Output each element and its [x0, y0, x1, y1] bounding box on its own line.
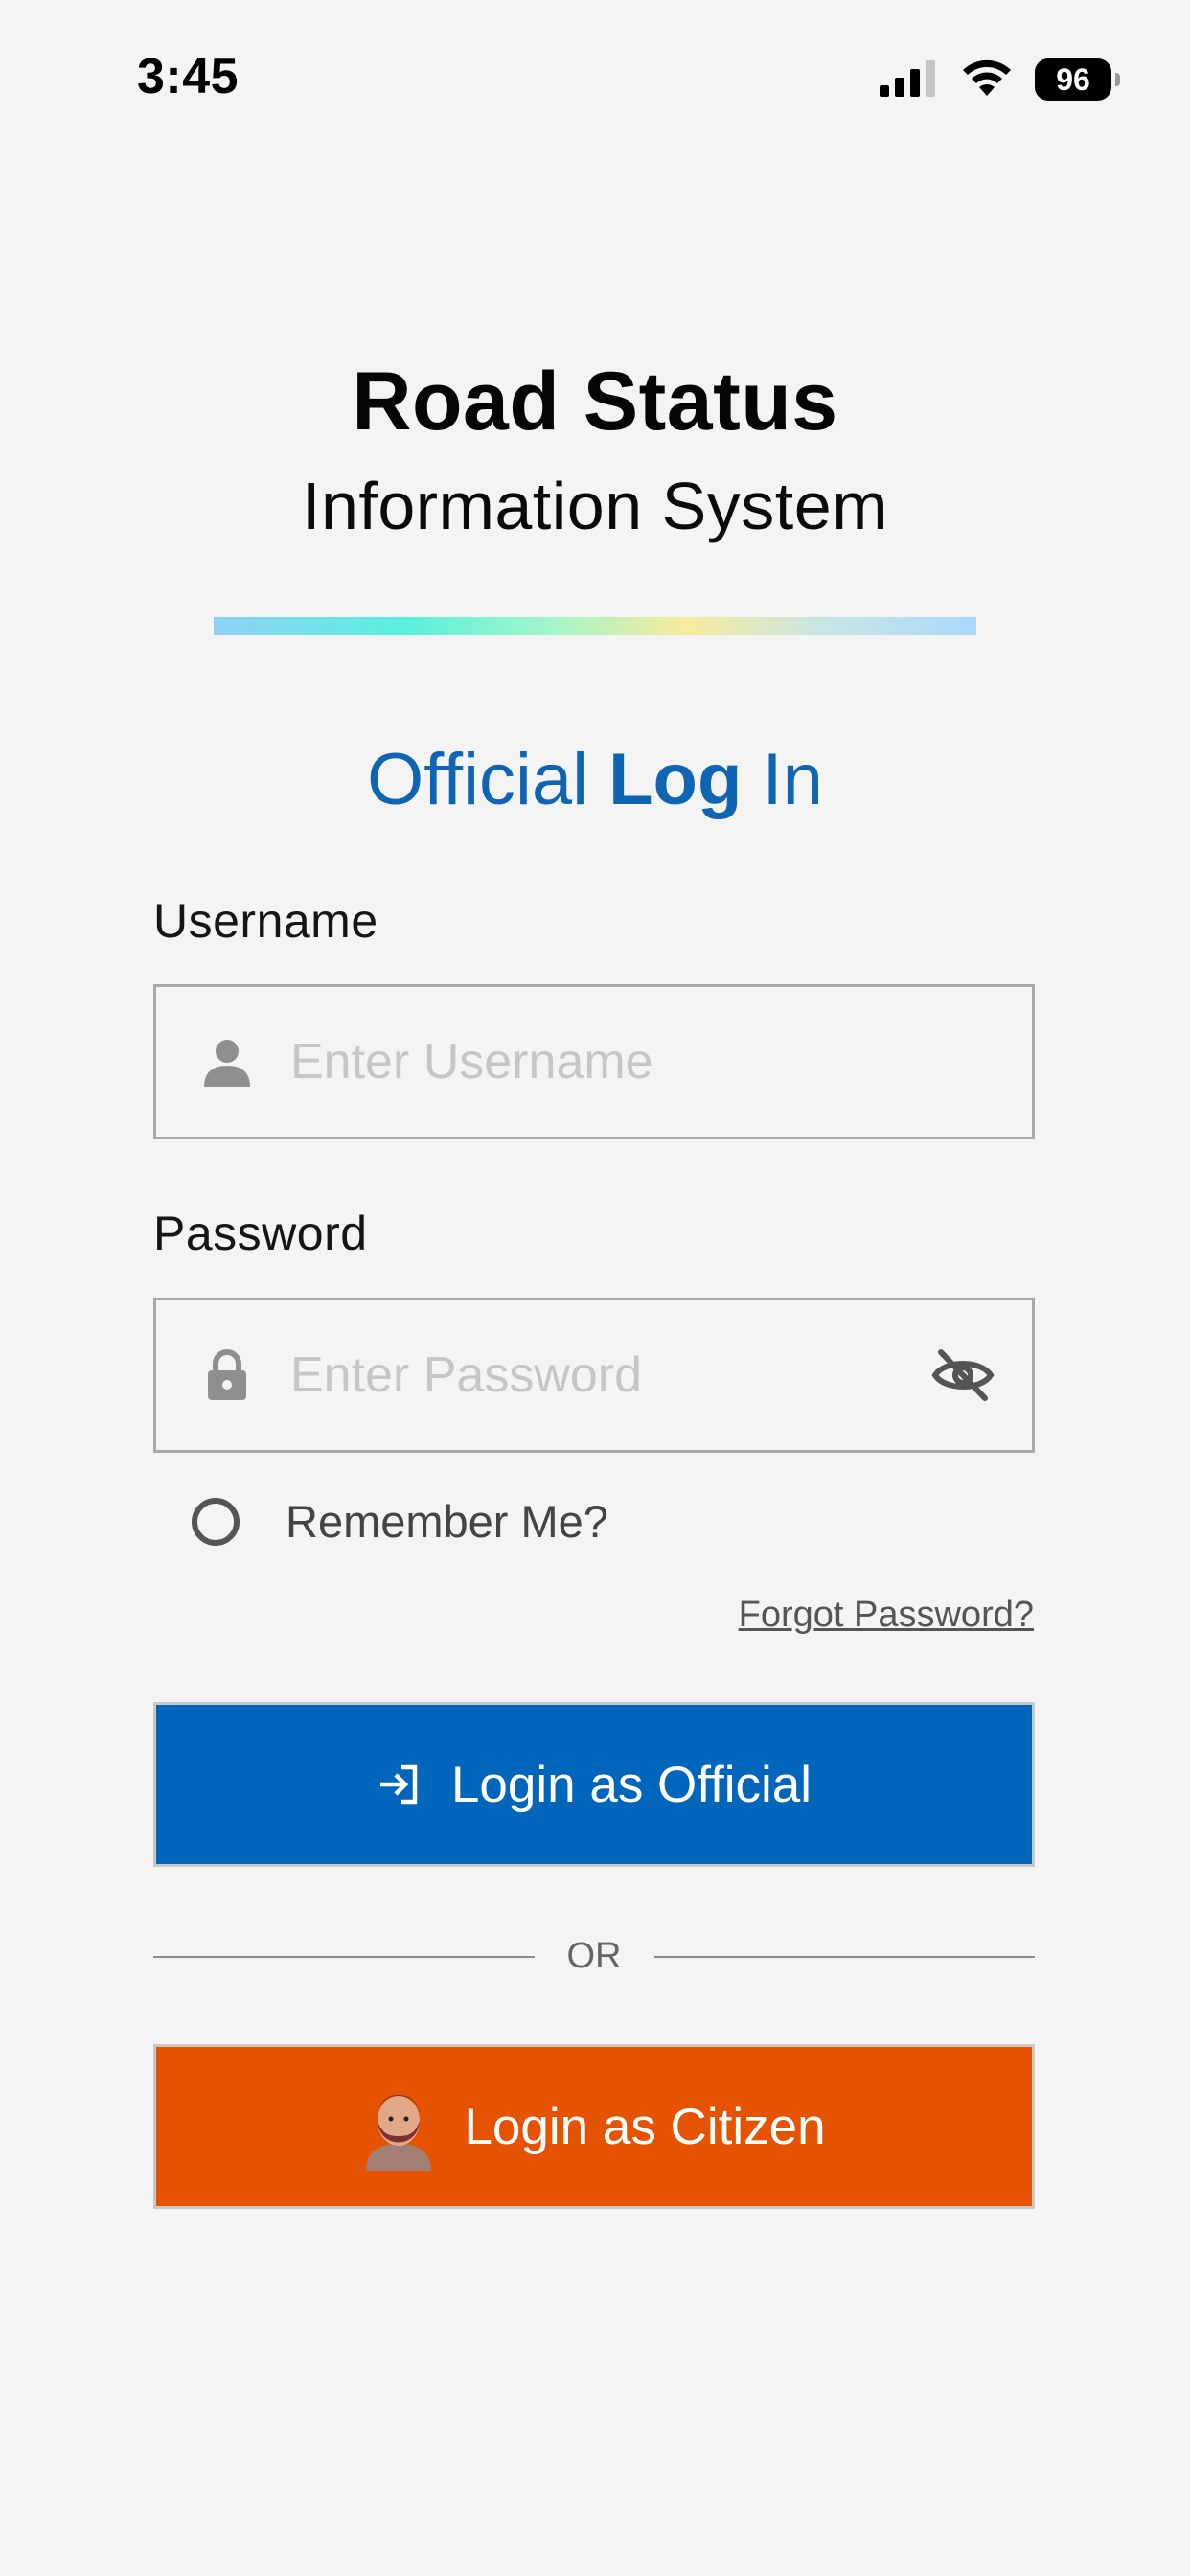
username-input[interactable] — [290, 987, 913, 1137]
or-line-left — [153, 1955, 535, 1958]
password-input[interactable] — [290, 1300, 913, 1450]
status-time: 3:45 — [137, 49, 240, 104]
forgot-password-link[interactable]: Forgot Password? — [739, 1595, 1034, 1636]
or-text: OR — [566, 1936, 622, 1976]
cellular-signal-icon — [880, 58, 939, 102]
app-title: Road Status — [352, 356, 838, 448]
battery-level: 96 — [1056, 61, 1090, 97]
username-field[interactable] — [153, 984, 1035, 1139]
lock-icon — [198, 1346, 256, 1404]
app-subtitle: Information System — [302, 469, 888, 543]
status-icons: 96 — [880, 56, 1120, 104]
avatar-icon — [362, 2082, 435, 2171]
login-arrow-icon — [377, 1761, 423, 1807]
eye-slash-icon[interactable] — [928, 1341, 997, 1410]
username-label: Username — [153, 894, 378, 948]
person-icon — [198, 1033, 256, 1091]
login-heading-part3: In — [742, 739, 823, 820]
login-citizen-label: Login as Citizen — [464, 2098, 826, 2155]
login-official-label: Login as Official — [450, 1756, 812, 1813]
login-citizen-button[interactable]: Login as Citizen — [153, 2044, 1035, 2209]
remember-me-radio[interactable] — [192, 1497, 240, 1546]
wifi-icon — [960, 58, 1014, 103]
password-label: Password — [153, 1207, 368, 1260]
battery-cap — [1115, 73, 1120, 86]
or-line-right — [653, 1955, 1035, 1958]
login-heading: Official Log In — [0, 738, 1190, 821]
remember-me-label: Remember Me? — [286, 1496, 608, 1547]
remember-me-option[interactable]: Remember Me? — [192, 1495, 608, 1548]
login-heading-part2: Log — [608, 739, 743, 820]
login-heading-part1: Official — [367, 739, 609, 820]
battery-indicator: 96 — [1035, 58, 1120, 101]
or-divider: OR — [153, 1936, 1035, 1977]
password-field[interactable] — [153, 1298, 1035, 1453]
login-official-button[interactable]: Login as Official — [153, 1702, 1035, 1867]
gradient-divider — [214, 617, 976, 635]
